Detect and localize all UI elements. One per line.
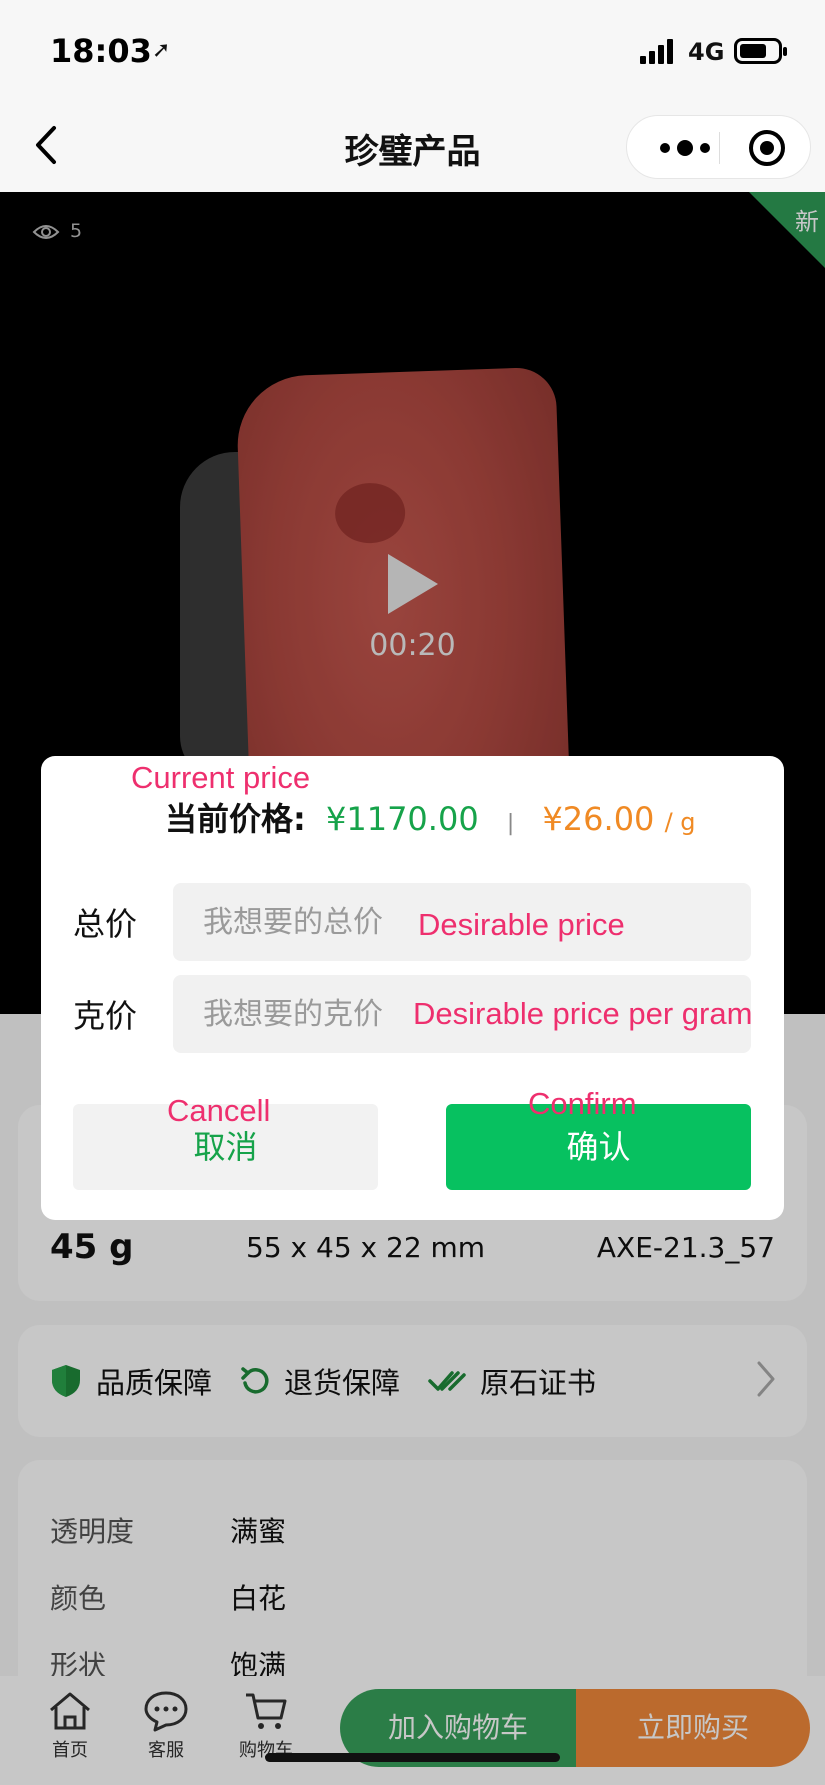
network-type: 4G	[688, 38, 725, 66]
annotation-confirm: Confirm	[528, 1086, 637, 1121]
current-unit-price: ¥26.00	[542, 800, 655, 838]
battery-icon	[734, 38, 787, 64]
status-time: 18:03	[50, 32, 152, 70]
annotation-cancel: Cancell	[167, 1093, 271, 1128]
status-bar: 18:03 ➚ 4G	[0, 0, 825, 100]
current-total-price: ¥1170.00	[325, 800, 479, 838]
gram-price-label: 克价	[73, 997, 138, 1035]
total-price-row: 总价	[41, 883, 784, 961]
home-indicator	[265, 1753, 560, 1762]
capsule-divider	[719, 132, 720, 164]
price-offer-dialog: 当前价格: ¥1170.00 | ¥26.00 / g 总价 克价 取消 确认	[41, 756, 784, 1220]
current-price-line: 当前价格: ¥1170.00 | ¥26.00 / g	[165, 794, 696, 840]
nav-bar: 珍璧产品	[0, 100, 825, 192]
mini-program-capsule	[626, 115, 811, 179]
signal-icon	[640, 38, 676, 64]
annotation-desirable-per-gram: Desirable price per gram	[413, 996, 753, 1031]
close-target-icon[interactable]	[747, 128, 787, 168]
price-separator: |	[506, 811, 515, 836]
more-icon[interactable]	[655, 130, 715, 166]
unit-suffix: / g	[664, 808, 696, 836]
current-unit-price-wrap: ¥26.00 / g	[542, 800, 695, 838]
current-price-label: 当前价格:	[165, 800, 306, 838]
location-arrow-icon: ➚	[152, 38, 171, 63]
total-price-label: 总价	[73, 905, 138, 943]
annotation-desirable-price: Desirable price	[418, 907, 625, 942]
annotation-current-price: Current price	[131, 760, 311, 795]
